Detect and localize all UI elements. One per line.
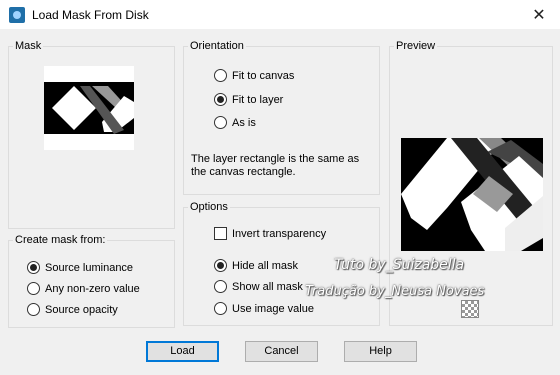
preview-group-label: Preview [394,40,438,52]
radio-source-luminance-label: Source luminance [45,261,134,274]
help-button[interactable]: Help [344,341,417,362]
preview-mask-image [401,138,543,251]
radio-use-image-value[interactable]: Use image value [214,302,314,315]
app-icon [9,6,25,23]
radio-hide-all-mask-label: Hide all mask [232,259,299,272]
radio-fit-to-layer-label: Fit to layer [232,93,284,106]
watermark-line-1: Tuto by_Suizabella [334,257,465,273]
radio-use-image-value-button[interactable] [214,302,227,315]
options-group-label: Options [188,201,230,213]
invert-transparency-box[interactable] [214,227,227,240]
radio-show-all-mask-button[interactable] [214,280,227,293]
radio-as-is[interactable]: As is [214,116,256,129]
radio-source-luminance-button[interactable] [27,261,40,274]
window-title: Load Mask From Disk [32,7,149,22]
orientation-group-label: Orientation [188,40,246,52]
radio-hide-all-mask-button[interactable] [214,259,227,272]
mask-group: Mask [8,40,175,229]
radio-fit-to-layer[interactable]: Fit to layer [214,93,283,106]
create-mask-group-label: Create mask from: [13,234,108,246]
mask-thumbnail-image [44,82,134,134]
load-button[interactable]: Load [146,341,219,362]
mask-group-label: Mask [13,40,44,52]
orientation-description: The layer rectangle is the same as the c… [191,153,360,178]
radio-show-all-mask[interactable]: Show all mask [214,280,303,293]
radio-source-luminance[interactable]: Source luminance [27,261,133,274]
radio-source-opacity-button[interactable] [27,303,40,316]
invert-transparency-label: Invert transparency [232,227,327,240]
radio-source-opacity[interactable]: Source opacity [27,303,118,316]
create-mask-group: Create mask from: Source luminance Any n… [8,234,175,328]
radio-fit-to-canvas-button[interactable] [214,69,227,82]
radio-any-nonzero-button[interactable] [27,282,40,295]
radio-use-image-value-label: Use image value [232,302,314,315]
cancel-button[interactable]: Cancel [245,341,318,362]
radio-source-opacity-label: Source opacity [45,303,118,316]
close-icon[interactable]: ✕ [530,6,548,24]
orientation-group: Orientation Fit to canvas Fit to layer A… [183,40,380,195]
radio-as-is-label: As is [232,116,256,129]
radio-any-nonzero[interactable]: Any non-zero value [27,282,140,295]
navigator-icon[interactable] [461,300,479,318]
preview-image [401,138,543,251]
radio-hide-all-mask[interactable]: Hide all mask [214,259,298,272]
watermark-line-2: Tradução by_Neusa Novaes [305,284,485,299]
radio-any-nonzero-label: Any non-zero value [45,282,140,295]
title-bar: Load Mask From Disk ✕ [0,0,560,30]
radio-show-all-mask-label: Show all mask [232,280,303,293]
mask-thumbnail[interactable] [44,66,134,150]
invert-transparency-checkbox[interactable]: Invert transparency [214,227,326,240]
radio-as-is-button[interactable] [214,116,227,129]
radio-fit-to-canvas-label: Fit to canvas [232,69,295,82]
radio-fit-to-layer-button[interactable] [214,93,227,106]
radio-fit-to-canvas[interactable]: Fit to canvas [214,69,294,82]
